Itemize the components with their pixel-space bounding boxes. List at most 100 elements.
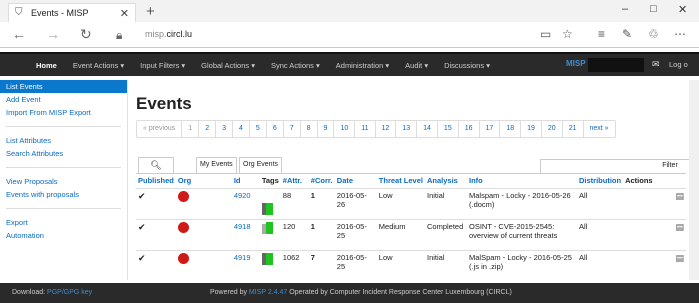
pager-page[interactable]: 4 xyxy=(233,121,250,137)
web-note-icon[interactable]: ✎ xyxy=(622,27,632,41)
pgp-key-link[interactable]: PGP/GPG key xyxy=(47,289,92,296)
nav-audit[interactable]: Audit ▾ xyxy=(397,61,436,70)
pager-page[interactable]: 1 xyxy=(182,121,200,137)
filter-row: 🔍︎ My Events Org Events Filter xyxy=(136,157,699,173)
hub-icon[interactable]: ≡ xyxy=(598,27,605,41)
pager-page[interactable]: 19 xyxy=(521,121,542,137)
threat-level: Medium xyxy=(376,218,425,250)
event-date: 2016-05-25 xyxy=(334,249,377,281)
org-logo-icon[interactable] xyxy=(177,221,189,233)
nav-global-actions[interactable]: Global Actions ▾ xyxy=(193,61,263,70)
vertical-scrollbar[interactable] xyxy=(689,80,699,280)
col-published[interactable]: Published xyxy=(136,174,176,188)
event-id-link[interactable]: 4920 xyxy=(234,191,251,200)
misp-version-link[interactable]: MISP 2.4.47 xyxy=(249,289,287,296)
sidebar-item-add-event[interactable]: Add Event xyxy=(0,93,127,106)
tab-close-icon[interactable]: ✕ xyxy=(120,7,129,20)
favorite-star-icon[interactable]: ☆ xyxy=(562,27,573,41)
tag-icon[interactable] xyxy=(261,221,273,236)
table-row[interactable]: ✔ 4920 88 1 2016-05-26 Low Initial Malsp… xyxy=(136,187,686,219)
nav-administration[interactable]: Administration ▾ xyxy=(328,61,397,70)
pager-next[interactable]: next » xyxy=(584,121,615,137)
pager-page[interactable]: 21 xyxy=(563,121,584,137)
pager-page[interactable]: 7 xyxy=(284,121,301,137)
corr-count: 1 xyxy=(308,218,335,250)
browser-tab[interactable]: ⛉ Events - MISP ✕ xyxy=(8,3,136,22)
nav-sync-actions[interactable]: Sync Actions ▾ xyxy=(263,61,328,70)
pager-page[interactable]: 12 xyxy=(376,121,397,137)
corr-count: 1 xyxy=(308,187,335,219)
events-table: Published Org Id Tags #Attr. #Corr. Date… xyxy=(136,173,686,281)
pager-page[interactable]: 18 xyxy=(500,121,522,137)
nav-discussions[interactable]: Discussions ▾ xyxy=(436,61,498,70)
pager-page[interactable]: 3 xyxy=(216,121,234,137)
sidebar-item-list-events[interactable]: List Events xyxy=(0,80,127,93)
mail-icon[interactable]: ✉ xyxy=(652,59,660,70)
col-id[interactable]: Id xyxy=(232,174,260,188)
url-field[interactable]: misp.circl.lu xyxy=(145,29,192,39)
col-distribution[interactable]: Distribution xyxy=(577,174,623,188)
pager-page[interactable]: 9 xyxy=(318,121,335,137)
filter-label[interactable]: Filter xyxy=(540,159,699,173)
pager-page[interactable]: 5 xyxy=(250,121,267,137)
view-icon[interactable]: ▤ xyxy=(675,222,684,232)
org-logo-icon[interactable] xyxy=(177,190,189,202)
event-id-link[interactable]: 4918 xyxy=(234,222,251,231)
col-corr[interactable]: #Corr. xyxy=(309,174,335,188)
new-tab-button[interactable]: + xyxy=(146,3,155,20)
pager-page[interactable]: 6 xyxy=(267,121,284,137)
pager-page[interactable]: 16 xyxy=(459,121,480,137)
pager-page[interactable]: 17 xyxy=(480,121,501,137)
sidebar-item-import[interactable]: Import From MISP Export xyxy=(0,106,127,119)
col-attr[interactable]: #Attr. xyxy=(281,174,309,188)
sidebar-item-export[interactable]: Export xyxy=(0,216,127,229)
tag-icon[interactable] xyxy=(261,252,273,267)
sidebar-item-search-attributes[interactable]: Search Attributes xyxy=(0,147,127,160)
table-row[interactable]: ✔ 4918 120 1 2016-05-25 Medium Completed… xyxy=(136,218,686,250)
pager-page[interactable]: 8 xyxy=(301,121,318,137)
col-analysis[interactable]: Analysis xyxy=(425,174,467,188)
reading-view-icon[interactable]: ▭ xyxy=(540,27,551,41)
filter-tab-org-events[interactable]: Org Events xyxy=(239,157,283,173)
event-id-link[interactable]: 4919 xyxy=(234,253,251,262)
pager-page[interactable]: 11 xyxy=(355,121,376,137)
pager-page[interactable]: 2 xyxy=(199,121,217,137)
nav-input-filters[interactable]: Input Filters ▾ xyxy=(132,61,193,70)
pager-page[interactable]: 20 xyxy=(542,121,563,137)
forward-icon[interactable]: → xyxy=(46,26,60,42)
sidebar-item-view-proposals[interactable]: View Proposals xyxy=(0,175,127,188)
minimize-button[interactable]: – xyxy=(622,3,628,15)
view-icon[interactable]: ▤ xyxy=(675,253,684,263)
pager-page[interactable]: 13 xyxy=(396,121,418,137)
refresh-icon[interactable]: ↻ xyxy=(80,26,92,43)
tag-icon[interactable] xyxy=(261,191,273,217)
share-icon[interactable]: ♲ xyxy=(648,27,659,41)
table-header-row: Published Org Id Tags #Attr. #Corr. Date… xyxy=(136,174,686,188)
pager-page[interactable]: 10 xyxy=(334,121,356,137)
org-logo-icon[interactable] xyxy=(177,252,189,264)
col-actions: Actions xyxy=(625,176,653,186)
logout-link[interactable]: Log o xyxy=(669,60,688,69)
sidebar-item-automation[interactable]: Automation xyxy=(0,229,127,242)
back-icon[interactable]: ← xyxy=(12,26,26,42)
filter-tab-my-events[interactable]: My Events xyxy=(196,157,237,173)
table-row[interactable]: ✔ 4919 1062 7 2016-05-25 Low Initial Mal… xyxy=(136,249,686,281)
corr-count: 7 xyxy=(308,249,335,281)
search-icon[interactable]: 🔍︎ xyxy=(138,157,174,173)
maximize-button[interactable]: □ xyxy=(650,3,657,15)
sidebar-item-list-attributes[interactable]: List Attributes xyxy=(0,134,127,147)
close-window-button[interactable]: ✕ xyxy=(678,3,687,16)
pager-previous[interactable]: « previous xyxy=(137,121,183,137)
col-info[interactable]: Info xyxy=(467,174,577,188)
pager-page[interactable]: 14 xyxy=(417,121,438,137)
col-threat-level[interactable]: Threat Level xyxy=(377,174,425,188)
user-badge[interactable] xyxy=(588,58,644,72)
sidebar-item-events-with-proposals[interactable]: Events with proposals xyxy=(0,188,127,201)
col-org[interactable]: Org xyxy=(176,174,232,188)
nav-event-actions[interactable]: Event Actions ▾ xyxy=(65,61,132,70)
pager-page[interactable]: 15 xyxy=(438,121,459,137)
col-date[interactable]: Date xyxy=(335,174,377,188)
nav-home[interactable]: Home xyxy=(28,61,65,70)
view-icon[interactable]: ▤ xyxy=(675,191,684,201)
more-icon[interactable]: ⋯ xyxy=(674,27,686,41)
